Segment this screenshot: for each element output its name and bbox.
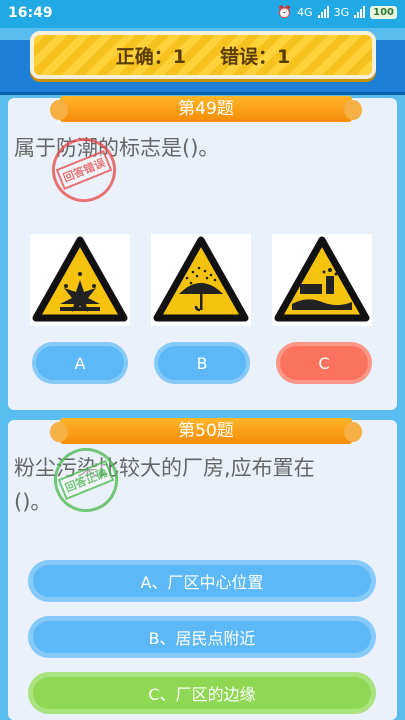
score-banner: 正确：1 错误：1: [30, 31, 376, 79]
option-c-button[interactable]: C: [276, 342, 372, 384]
option-b-button[interactable]: B: [154, 342, 250, 384]
question-text-line2: ()。: [14, 490, 52, 514]
question-card-49: 第49题 属于防潮的标志是()。 回答错误 A B C: [8, 96, 397, 410]
option-a-button[interactable]: A、厂区中心位置: [28, 560, 376, 602]
correct-count: 正确：1: [115, 45, 186, 68]
question-text: 属于防潮的标志是()。: [14, 136, 220, 160]
correct-answer-stamp: 回答正确: [44, 438, 128, 522]
status-icons: ⏰ 4G 3G 100: [277, 5, 397, 19]
network-type-2: 3G: [333, 5, 350, 19]
alarm-icon: ⏰: [277, 5, 293, 19]
option-a-button[interactable]: A: [32, 342, 128, 384]
network-type-1: 4G: [297, 5, 313, 19]
wrong-count: 错误：1: [220, 45, 291, 68]
explosive-warning-sign-icon: [30, 234, 130, 326]
option-b-button[interactable]: B、居民点附近: [28, 616, 376, 658]
moisture-proof-sign-icon: [151, 234, 251, 326]
signal-icon: [317, 6, 329, 18]
signal-icon-2: [354, 6, 366, 18]
battery-icon: 100: [370, 5, 397, 19]
status-bar: 16:49 ⏰ 4G 3G 100: [0, 0, 405, 28]
question-number: 第50题: [50, 418, 362, 444]
question-card-50: 第50题 粉尘污染比较大的厂房,应布置在 ()。 回答正确 A、厂区中心位置 B…: [8, 418, 397, 720]
corrosive-warning-sign-icon: [272, 234, 372, 326]
status-time: 16:49: [8, 5, 53, 21]
option-c-button[interactable]: C、厂区的边缘: [28, 672, 376, 714]
question-number: 第49题: [50, 96, 362, 122]
